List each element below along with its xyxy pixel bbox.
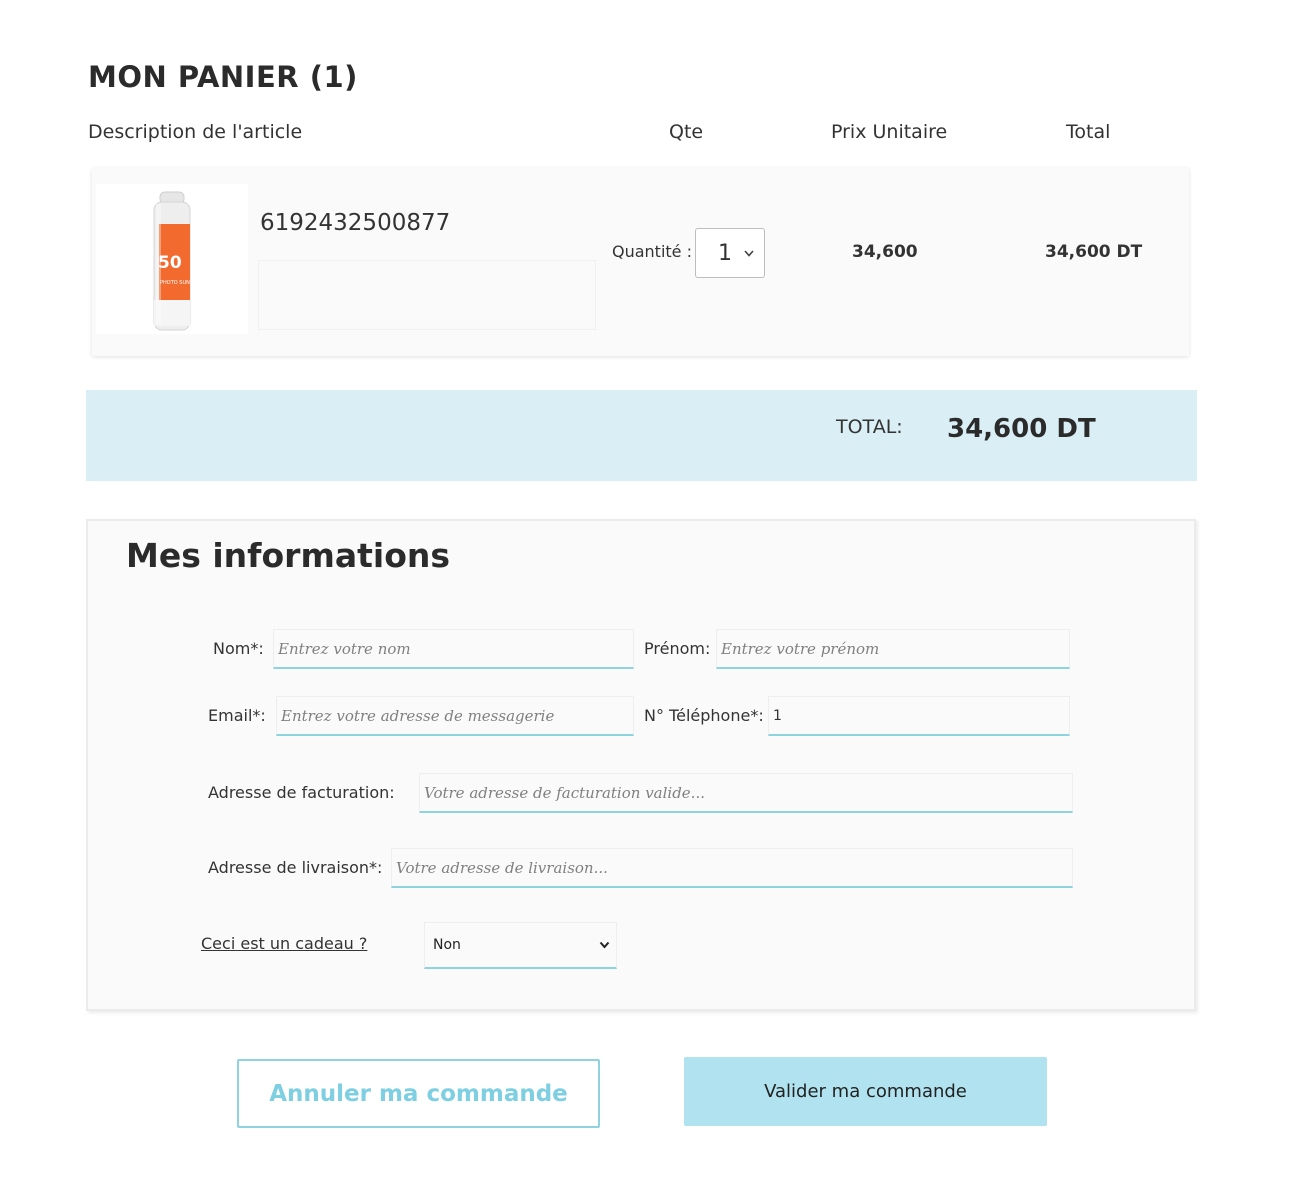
chevron-down-icon [599, 937, 610, 953]
email-input[interactable] [276, 696, 634, 736]
page-title: MON PANIER (1) [88, 60, 358, 94]
total-label: TOTAL: [836, 416, 903, 438]
nom-label: Nom*: [213, 639, 264, 658]
product-description-box [258, 260, 596, 330]
prenom-label: Prénom: [644, 639, 711, 658]
nom-input[interactable] [273, 629, 634, 669]
column-header-total: Total [1066, 121, 1111, 143]
email-label: Email*: [208, 706, 266, 725]
gift-select-value: Non [433, 937, 461, 953]
quantity-label: Quantité : [612, 242, 692, 261]
gift-select[interactable]: Non [424, 922, 617, 969]
cancel-order-button[interactable]: Annuler ma commande [237, 1059, 600, 1128]
cart-item-row [92, 168, 1189, 356]
product-sku: 6192432500877 [260, 210, 451, 236]
telephone-label: N° Téléphone*: [644, 706, 764, 725]
product-brand-text: PHOTO SUN [160, 280, 190, 286]
billing-address-label: Adresse de facturation: [208, 783, 395, 802]
product-spf-text: 50 [158, 253, 182, 273]
delivery-address-label: Adresse de livraison*: [208, 858, 383, 877]
line-total: 34,600 DT [1045, 242, 1143, 262]
billing-address-input[interactable] [419, 773, 1073, 813]
column-header-qty: Qte [669, 121, 704, 143]
chevron-down-icon [744, 246, 754, 260]
unit-price: 34,600 [852, 242, 918, 262]
total-amount: 34,600 DT [947, 414, 1096, 444]
validate-order-button[interactable]: Valider ma commande [684, 1057, 1047, 1126]
info-section-title: Mes informations [126, 536, 451, 575]
quantity-select[interactable]: 1 [695, 228, 765, 278]
column-header-description: Description de l'article [88, 121, 303, 143]
sunscreen-bottle-image: 50 PHOTO SUN [153, 191, 191, 331]
product-image[interactable]: 50 PHOTO SUN [96, 184, 248, 334]
column-header-unit-price: Prix Unitaire [831, 121, 948, 143]
telephone-input[interactable] [768, 696, 1070, 736]
delivery-address-input[interactable] [391, 848, 1073, 888]
quantity-value: 1 [718, 240, 732, 266]
gift-question-link[interactable]: Ceci est un cadeau ? [201, 934, 367, 953]
prenom-input[interactable] [716, 629, 1070, 669]
